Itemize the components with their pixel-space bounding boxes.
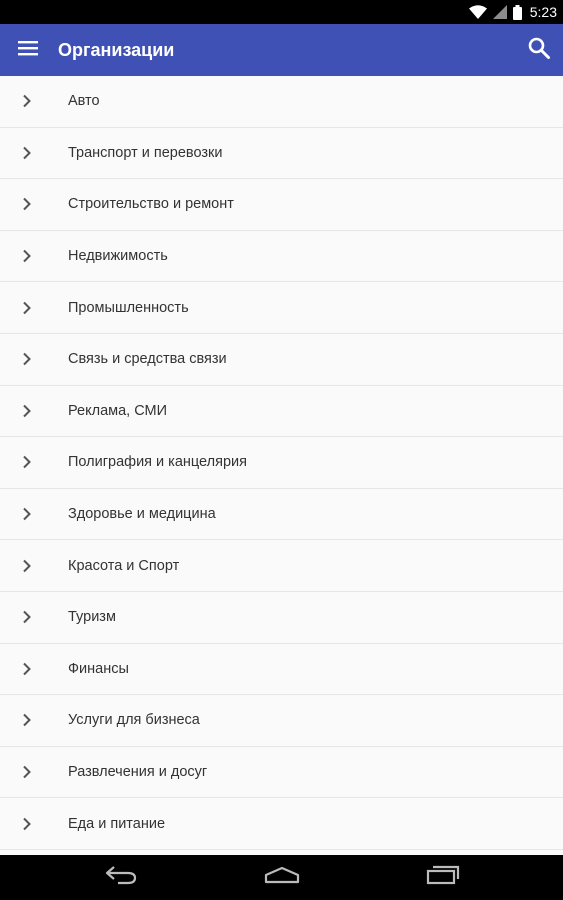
list-item[interactable]: Транспорт и перевозки xyxy=(0,127,563,180)
chevron-right-icon xyxy=(0,179,68,230)
battery-icon xyxy=(512,4,522,20)
chevron-right-icon xyxy=(0,76,68,127)
chevron-right-icon xyxy=(0,437,68,488)
list-item[interactable]: Здоровье и медицина xyxy=(0,488,563,541)
list-item-label: Транспорт и перевозки xyxy=(68,144,223,161)
list-item-label: Промышленность xyxy=(68,299,189,316)
chevron-right-icon xyxy=(0,747,68,798)
list-item[interactable]: Реклама, СМИ xyxy=(0,385,563,438)
list-item[interactable]: Финансы xyxy=(0,643,563,696)
home-button[interactable] xyxy=(252,855,312,900)
chevron-right-icon xyxy=(0,128,68,179)
recents-button[interactable] xyxy=(413,855,473,900)
chevron-right-icon xyxy=(0,695,68,746)
list-item[interactable]: Строительство и ремонт xyxy=(0,179,563,231)
chevron-right-icon xyxy=(0,798,68,849)
chevron-right-icon xyxy=(0,231,68,282)
search-button[interactable] xyxy=(515,24,563,76)
system-nav-bar xyxy=(0,855,563,900)
list-item[interactable]: Авто xyxy=(0,76,563,128)
list-item-label: Реклама, СМИ xyxy=(68,402,168,419)
list-item[interactable]: Услуги для бизнеса xyxy=(0,695,563,747)
list-item-label: Туризм xyxy=(68,609,116,626)
back-icon xyxy=(104,865,138,890)
list-item-label: Авто xyxy=(68,93,100,110)
chevron-right-icon xyxy=(0,282,68,333)
category-list: Авто Транспорт и перевозки Строительство… xyxy=(0,76,563,855)
back-button[interactable] xyxy=(91,855,151,900)
list-item[interactable]: Полиграфия и канцелярия xyxy=(0,437,563,489)
status-bar: 5:23 xyxy=(0,0,563,24)
list-item-label: Недвижимость xyxy=(68,248,168,265)
app-bar: Организации xyxy=(0,24,563,76)
chevron-right-icon xyxy=(0,540,68,591)
menu-button[interactable] xyxy=(0,24,56,76)
list-item[interactable]: Туризм xyxy=(0,591,563,644)
list-item-label: Еда и питание xyxy=(68,815,166,832)
status-time: 5:23 xyxy=(529,4,557,20)
list-item-label: Развлечения и досуг xyxy=(68,764,208,781)
list-item[interactable]: Недвижимость xyxy=(0,230,563,283)
chevron-right-icon xyxy=(0,592,68,643)
chevron-right-icon xyxy=(0,489,68,540)
list-item-label: Связь и средства связи xyxy=(68,351,227,368)
list-item[interactable]: Еда и питание xyxy=(0,798,563,850)
chevron-right-icon xyxy=(0,644,68,695)
list-item-label: Финансы xyxy=(68,660,129,677)
list-item[interactable]: Промышленность xyxy=(0,282,563,334)
chevron-right-icon xyxy=(0,334,68,385)
search-icon xyxy=(527,36,551,65)
list-item-label: Услуги для бизнеса xyxy=(68,712,200,729)
home-icon xyxy=(264,866,300,889)
list-item-label: Здоровье и медицина xyxy=(68,506,216,523)
chevron-right-icon xyxy=(0,386,68,437)
list-item-label: Красота и Спорт xyxy=(68,557,180,574)
list-item[interactable]: Связь и средства связи xyxy=(0,333,563,386)
recents-icon xyxy=(426,865,460,890)
signal-icon xyxy=(492,5,507,19)
wifi-icon xyxy=(468,5,487,19)
list-item[interactable]: Развлечения и досуг xyxy=(0,746,563,799)
list-item-label: Полиграфия и канцелярия xyxy=(68,454,247,471)
menu-icon xyxy=(18,40,38,61)
list-item-label: Строительство и ремонт xyxy=(68,196,234,213)
page-title: Организации xyxy=(58,39,175,60)
list-item[interactable]: Красота и Спорт xyxy=(0,540,563,592)
